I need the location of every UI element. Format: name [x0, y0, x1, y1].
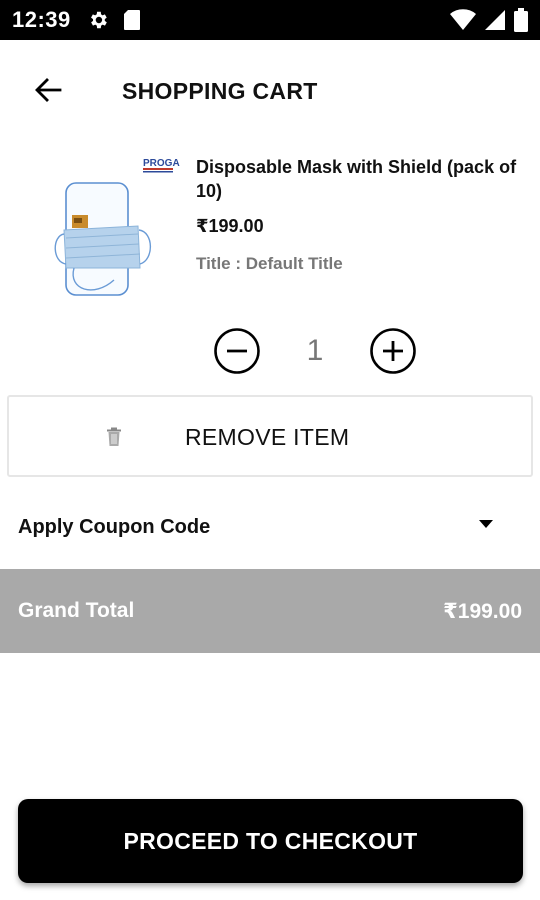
battery-icon: [514, 8, 528, 32]
quantity-decrease-button[interactable]: [214, 328, 260, 374]
trash-icon: [107, 427, 121, 446]
status-time: 12:39: [12, 7, 71, 32]
coupon-label: Apply Coupon Code: [18, 516, 211, 538]
product-variant: Title : Default Title: [196, 254, 343, 273]
grand-total-value: ₹199.00: [443, 600, 522, 623]
header: SHOPPING CART: [0, 60, 540, 120]
minus-circle-icon: [214, 328, 260, 374]
remove-item-button[interactable]: REMOVE ITEM: [7, 395, 533, 477]
status-left-icons: [87, 9, 141, 31]
coupon-dropdown[interactable]: Apply Coupon Code: [0, 496, 540, 560]
status-bar: 12:39: [0, 0, 540, 40]
page-title: SHOPPING CART: [122, 78, 318, 104]
signal-icon: [485, 10, 505, 30]
brand-logo: PROGA: [143, 158, 180, 169]
product-price: ₹199.00: [196, 216, 264, 236]
arrow-left-icon: [35, 78, 62, 102]
wifi-icon: [450, 9, 476, 30]
product-name[interactable]: Disposable Mask with Shield (pack of 10): [196, 155, 526, 203]
grand-total-label: Grand Total: [18, 599, 135, 622]
remove-item-label: REMOVE ITEM: [185, 424, 350, 450]
grand-total-bar: Grand Total ₹199.00: [0, 569, 540, 653]
gear-icon: [90, 11, 107, 29]
proceed-to-checkout-button[interactable]: PROCEED TO CHECKOUT: [18, 799, 523, 883]
back-button[interactable]: [30, 72, 66, 108]
caret-down-icon: [479, 520, 493, 528]
quantity-value: 1: [306, 334, 324, 367]
product-image[interactable]: PROGA: [44, 150, 184, 310]
plus-circle-icon: [370, 328, 416, 374]
quantity-increase-button[interactable]: [370, 328, 416, 374]
checkout-label: PROCEED TO CHECKOUT: [123, 827, 418, 854]
status-right-icons: [450, 8, 528, 32]
sd-card-icon: [123, 10, 140, 30]
